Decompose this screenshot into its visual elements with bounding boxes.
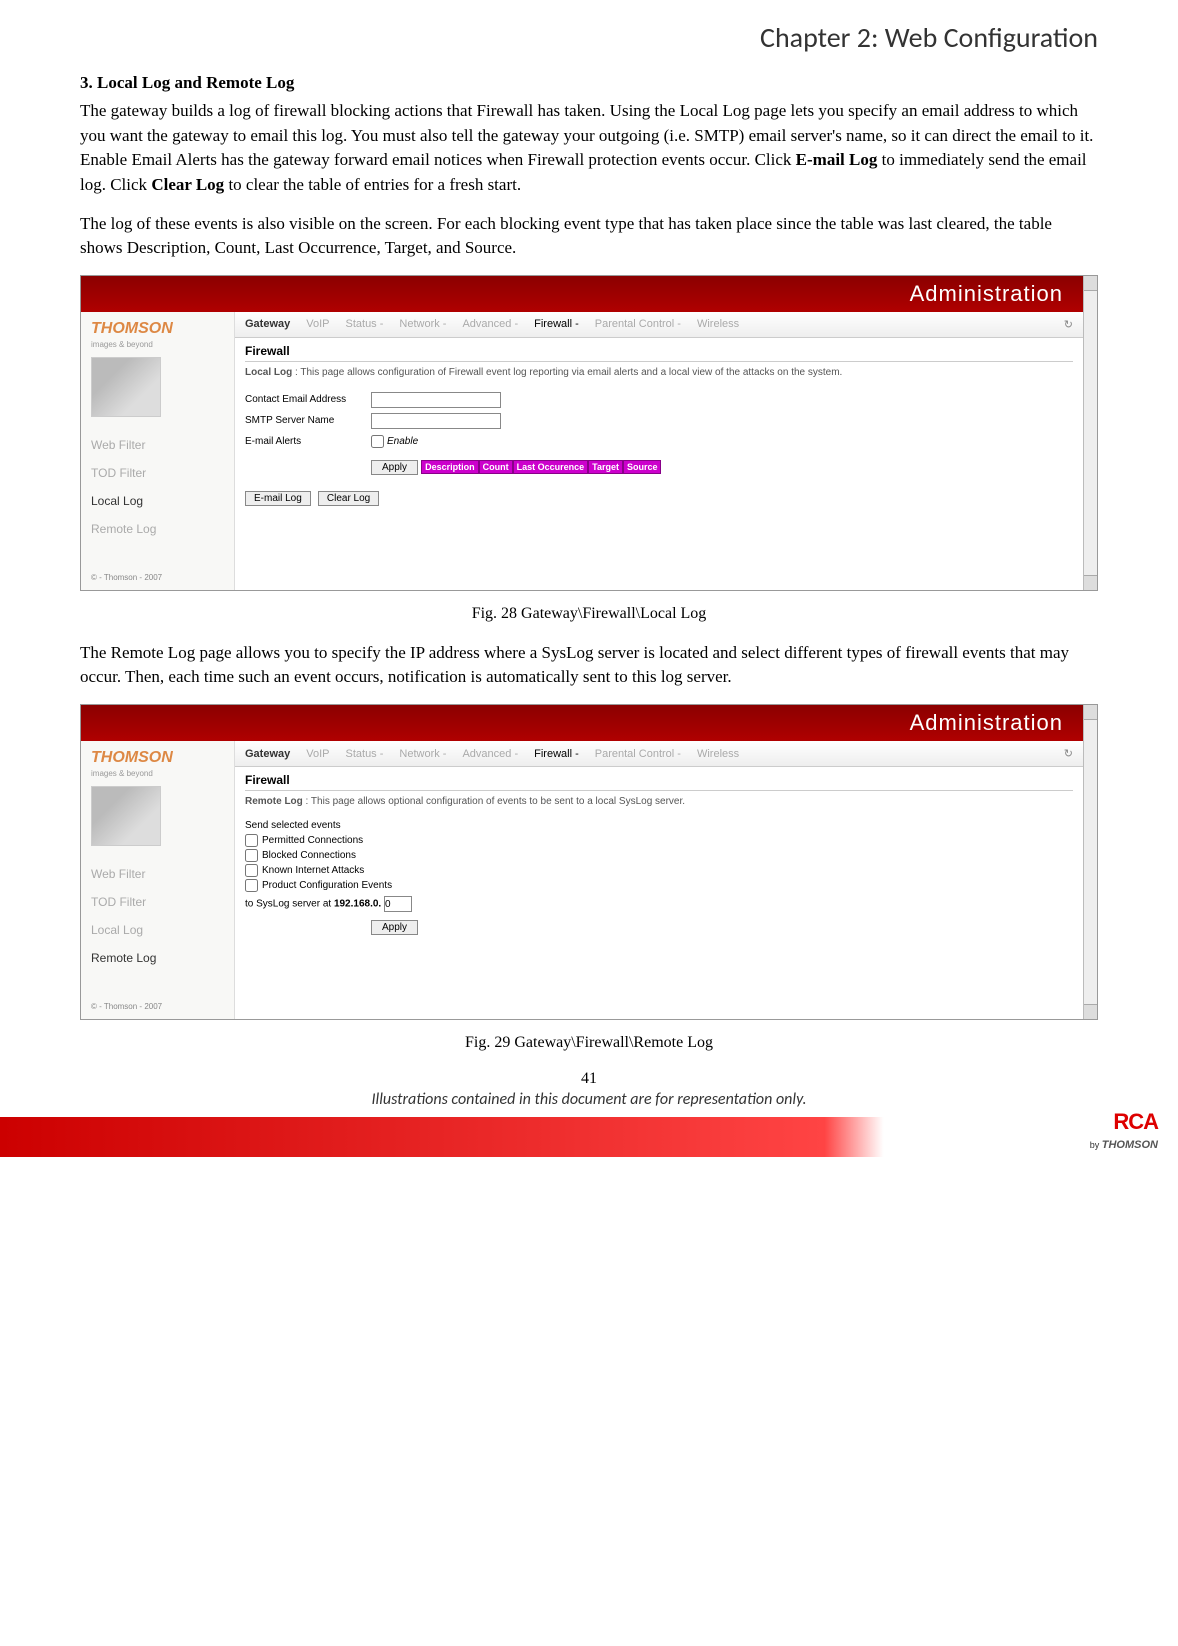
known-attacks-checkbox[interactable] <box>245 864 258 877</box>
fig29-screenshot: Administration THOMSON images & beyond W… <box>80 704 1098 1020</box>
tab-row: Gateway VoIP Status - Network - Advanced… <box>235 312 1083 338</box>
apply-button[interactable]: Apply <box>371 920 418 935</box>
page-description: Local Log : This page allows configurati… <box>245 366 1073 379</box>
syslog-octet-input[interactable] <box>384 896 412 912</box>
tab-wireless[interactable]: Wireless <box>697 748 739 760</box>
refresh-icon[interactable]: ↻ <box>1064 318 1073 331</box>
send-events-label: Send selected events <box>245 820 1073 831</box>
page-description: Remote Log : This page allows optional c… <box>245 795 1073 808</box>
smtp-server-input[interactable] <box>371 413 501 429</box>
disclaimer: Illustrations contained in this document… <box>80 1090 1098 1109</box>
scrollbar[interactable] <box>1083 705 1097 1019</box>
content-title: Firewall <box>245 773 1073 791</box>
product-config-label: Product Configuration Events <box>262 880 392 891</box>
sidebar: THOMSON images & beyond Web Filter TOD F… <box>81 741 235 1019</box>
admin-header: Administration <box>81 705 1083 741</box>
para1-text-d: to clear the table of entries for a fres… <box>224 175 521 194</box>
sidebar-item-local-log[interactable]: Local Log <box>91 916 234 944</box>
paragraph-1: The gateway builds a log of firewall blo… <box>80 99 1098 198</box>
content-title: Firewall <box>245 344 1073 362</box>
product-config-checkbox[interactable] <box>245 879 258 892</box>
refresh-icon[interactable]: ↻ <box>1064 747 1073 760</box>
desc-bold: Local Log <box>245 367 292 378</box>
log-table-header: Description Count Last Occurence Target … <box>421 460 661 474</box>
known-attacks-label: Known Internet Attacks <box>262 865 364 876</box>
tab-row: Gateway VoIP Status - Network - Advanced… <box>235 741 1083 767</box>
tab-wireless[interactable]: Wireless <box>697 318 739 330</box>
email-alerts-label: E-mail Alerts <box>245 436 371 447</box>
tab-advanced[interactable]: Advanced - <box>462 318 518 330</box>
clear-log-button[interactable]: Clear Log <box>318 491 379 506</box>
tab-voip[interactable]: VoIP <box>306 748 329 760</box>
fig28-screenshot: Administration THOMSON images & beyond W… <box>80 275 1098 591</box>
tab-network[interactable]: Network - <box>399 748 446 760</box>
sidebar-item-web-filter[interactable]: Web Filter <box>91 860 234 888</box>
tab-gateway[interactable]: Gateway <box>245 318 290 330</box>
tab-firewall[interactable]: Firewall - <box>534 318 579 330</box>
avatar-image <box>91 786 161 846</box>
email-alerts-checkbox[interactable] <box>371 435 384 448</box>
col-last-occurence: Last Occurence <box>513 460 589 474</box>
sidebar-item-web-filter[interactable]: Web Filter <box>91 431 234 459</box>
tab-network[interactable]: Network - <box>399 318 446 330</box>
fig29-caption: Fig. 29 Gateway\Firewall\Remote Log <box>80 1034 1098 1052</box>
permitted-connections-checkbox[interactable] <box>245 834 258 847</box>
email-log-button[interactable]: E-mail Log <box>245 491 311 506</box>
tab-firewall[interactable]: Firewall - <box>534 748 579 760</box>
footer-thomson: THOMSON <box>1102 1139 1158 1151</box>
col-count: Count <box>479 460 513 474</box>
sidebar-footer: © - Thomson - 2007 <box>91 1002 234 1011</box>
para1-bold-2: Clear Log <box>151 175 224 194</box>
page-number: 41 <box>80 1070 1098 1088</box>
syslog-ip: 192.168.0. <box>334 899 381 910</box>
sidebar-item-remote-log[interactable]: Remote Log <box>91 515 234 543</box>
contact-email-input[interactable] <box>371 392 501 408</box>
tab-status[interactable]: Status - <box>346 318 384 330</box>
tab-parental[interactable]: Parental Control - <box>595 318 681 330</box>
brand-tagline: images & beyond <box>91 769 234 778</box>
footer-bar: RCA by THOMSON <box>0 1117 1178 1157</box>
fig28-caption: Fig. 28 Gateway\Firewall\Local Log <box>80 605 1098 623</box>
sidebar-item-tod-filter[interactable]: TOD Filter <box>91 459 234 487</box>
permitted-connections-label: Permitted Connections <box>262 835 363 846</box>
sidebar-footer: © - Thomson - 2007 <box>91 573 234 582</box>
thomson-logo: THOMSON <box>91 749 234 767</box>
admin-header: Administration <box>81 276 1083 312</box>
footer-brand: RCA by THOMSON <box>1090 1109 1158 1153</box>
paragraph-2: The log of these events is also visible … <box>80 212 1098 261</box>
section-heading: 3. Local Log and Remote Log <box>80 73 1098 93</box>
sidebar: THOMSON images & beyond Web Filter TOD F… <box>81 312 235 590</box>
thomson-logo: THOMSON <box>91 320 234 338</box>
apply-button[interactable]: Apply <box>371 460 418 475</box>
sidebar-item-tod-filter[interactable]: TOD Filter <box>91 888 234 916</box>
sidebar-item-local-log[interactable]: Local Log <box>91 487 234 515</box>
paragraph-3: The Remote Log page allows you to specif… <box>80 641 1098 690</box>
blocked-connections-checkbox[interactable] <box>245 849 258 862</box>
desc-text: : This page allows configuration of Fire… <box>292 367 842 378</box>
sidebar-item-remote-log[interactable]: Remote Log <box>91 944 234 972</box>
desc-text: : This page allows optional configuratio… <box>303 796 685 807</box>
smtp-server-label: SMTP Server Name <box>245 415 371 426</box>
tab-gateway[interactable]: Gateway <box>245 748 290 760</box>
blocked-connections-label: Blocked Connections <box>262 850 356 861</box>
brand-tagline: images & beyond <box>91 340 234 349</box>
rca-logo: RCA <box>1113 1109 1158 1134</box>
col-target: Target <box>588 460 623 474</box>
scrollbar[interactable] <box>1083 276 1097 590</box>
tab-parental[interactable]: Parental Control - <box>595 748 681 760</box>
tab-advanced[interactable]: Advanced - <box>462 748 518 760</box>
tab-status[interactable]: Status - <box>346 748 384 760</box>
col-description: Description <box>421 460 479 474</box>
footer-by: by <box>1090 1140 1102 1150</box>
avatar-image <box>91 357 161 417</box>
desc-bold: Remote Log <box>245 796 303 807</box>
col-source: Source <box>623 460 662 474</box>
chapter-title: Chapter 2: Web Configuration <box>80 20 1098 55</box>
enable-label: Enable <box>387 436 418 447</box>
tab-voip[interactable]: VoIP <box>306 318 329 330</box>
para1-bold-1: E-mail Log <box>796 150 878 169</box>
contact-email-label: Contact Email Address <box>245 394 371 405</box>
syslog-prefix: to SysLog server at <box>245 899 334 910</box>
